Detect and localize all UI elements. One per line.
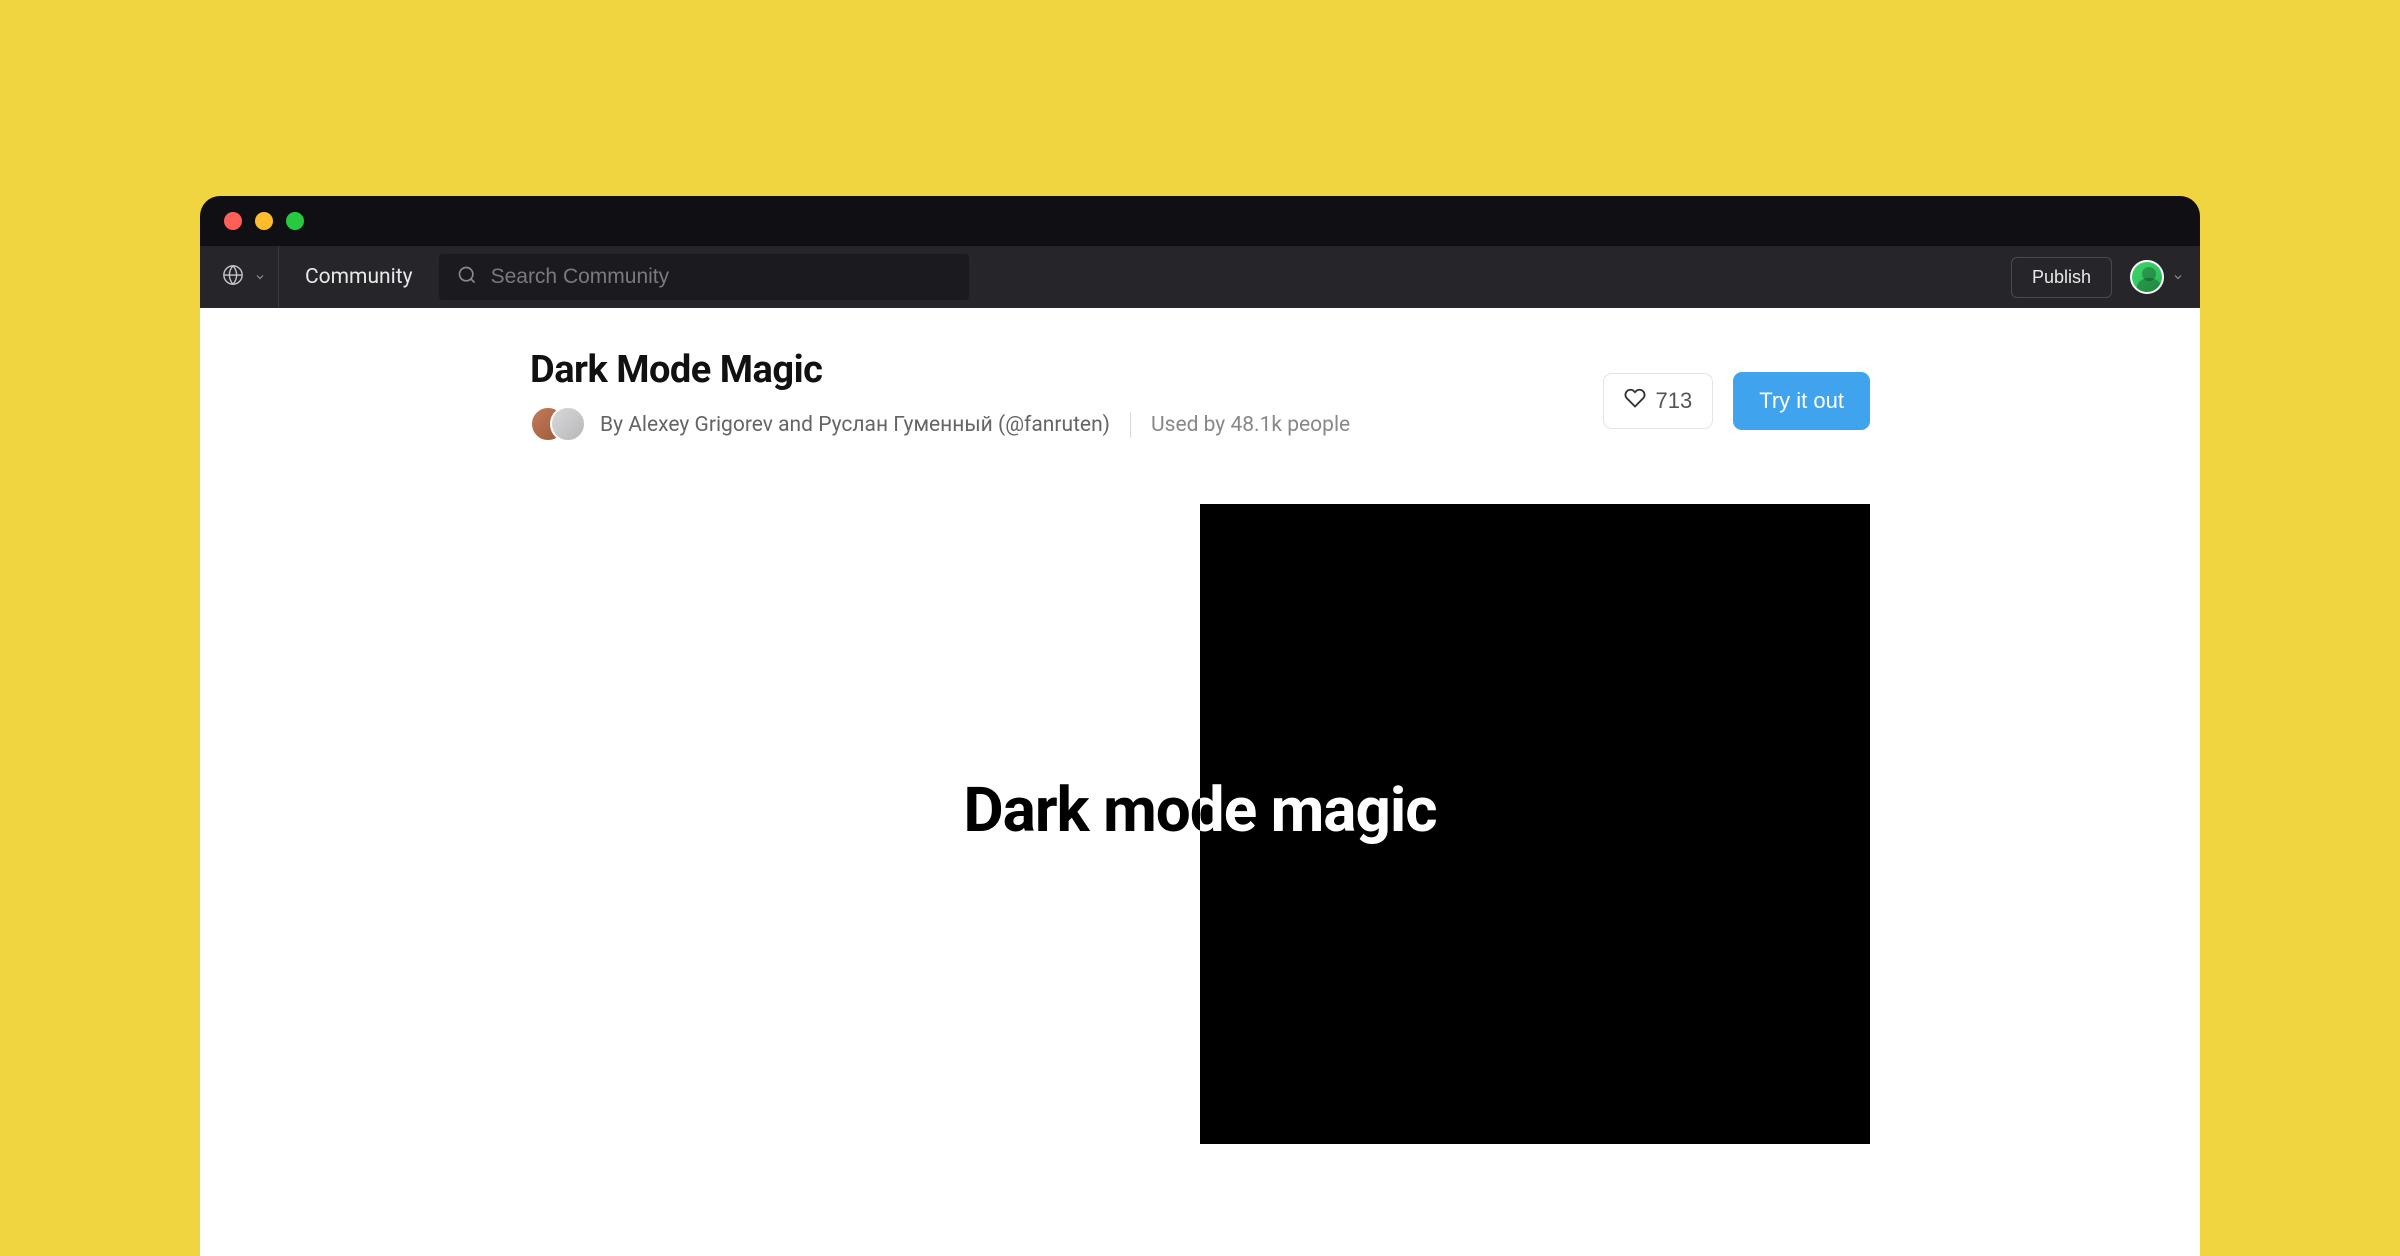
- search-container[interactable]: [439, 254, 969, 300]
- divider: [1130, 412, 1131, 438]
- content-area: Dark Mode Magic By Alexey Grigorev and Р…: [200, 308, 2200, 1256]
- browser-window: Community Publish Dark Mo: [200, 196, 2200, 1256]
- user-menu[interactable]: [2130, 260, 2184, 294]
- publish-button[interactable]: Publish: [2011, 257, 2112, 298]
- user-avatar: [2130, 260, 2164, 294]
- page-header: Dark Mode Magic By Alexey Grigorev and Р…: [530, 348, 1870, 444]
- window-titlebar: [200, 196, 2200, 246]
- preview-area: Dark mode magic Dark mode magic: [530, 504, 1870, 1144]
- chevron-down-icon: [254, 268, 266, 287]
- author-avatar: [550, 406, 586, 442]
- used-by-text: Used by 48.1k people: [1151, 413, 1350, 437]
- nav-community[interactable]: Community: [279, 265, 439, 289]
- chevron-down-icon: [2172, 268, 2184, 287]
- search-input[interactable]: [491, 265, 951, 289]
- window-minimize-button[interactable]: [255, 212, 273, 230]
- like-button[interactable]: 713: [1603, 373, 1714, 429]
- heart-icon: [1624, 387, 1646, 415]
- search-icon: [457, 265, 477, 289]
- window-close-button[interactable]: [224, 212, 242, 230]
- window-maximize-button[interactable]: [286, 212, 304, 230]
- like-count: 713: [1656, 388, 1693, 414]
- globe-menu[interactable]: [216, 246, 279, 308]
- try-it-out-button[interactable]: Try it out: [1733, 372, 1870, 430]
- author-avatars[interactable]: [530, 406, 584, 444]
- byline-text[interactable]: By Alexey Grigorev and Руслан Гуменный (…: [600, 413, 1110, 437]
- app-toolbar: Community Publish: [200, 246, 2200, 308]
- header-actions: 713 Try it out: [1603, 372, 1870, 430]
- globe-icon: [222, 264, 244, 290]
